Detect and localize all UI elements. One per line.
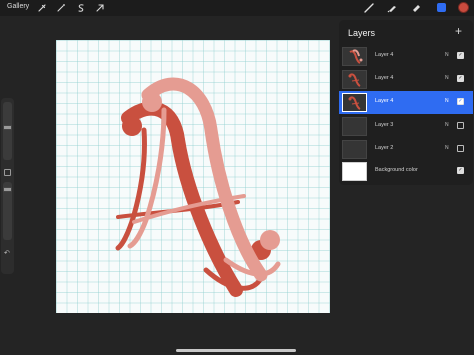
layer-name: Layer 4 <box>375 75 394 81</box>
layer-name: Background color <box>375 167 418 173</box>
left-sidebar: ↶ <box>1 98 14 274</box>
blend-mode[interactable]: N <box>445 145 449 151</box>
color-icon[interactable] <box>458 2 469 13</box>
layer-row-active[interactable]: Layer 4 N ✓ <box>339 91 473 114</box>
gallery-button[interactable]: Gallery <box>7 3 29 10</box>
visibility-checkbox[interactable]: ✓ <box>457 167 464 174</box>
layer-row[interactable]: Layer 4 N ✓ <box>339 45 473 68</box>
blend-mode[interactable]: N <box>445 52 449 58</box>
visibility-checkbox[interactable]: ✓ <box>457 75 464 82</box>
undo-button[interactable]: ↶ <box>4 249 10 257</box>
blend-mode[interactable]: N <box>445 122 449 128</box>
brush-icon[interactable] <box>363 2 375 14</box>
magic-wand-icon[interactable] <box>56 3 66 13</box>
layer-thumbnail <box>342 93 367 112</box>
layer-thumbnail <box>342 117 367 136</box>
layer-thumbnail <box>342 47 367 66</box>
modifier-button[interactable] <box>4 169 11 176</box>
transform-arrow-icon[interactable] <box>95 3 105 13</box>
top-toolbar: Gallery <box>0 0 474 16</box>
layers-icon[interactable] <box>437 3 446 12</box>
layer-thumbnail <box>342 70 367 89</box>
selection-icon[interactable] <box>76 3 86 13</box>
smudge-icon[interactable] <box>386 2 398 14</box>
wrench-icon[interactable] <box>37 3 47 13</box>
visibility-checkbox[interactable] <box>457 145 464 152</box>
opacity-thumb[interactable] <box>3 187 12 192</box>
layer-thumbnail <box>342 140 367 159</box>
visibility-checkbox[interactable]: ✓ <box>457 98 464 105</box>
opacity-slider[interactable] <box>3 182 12 240</box>
layers-panel: Layers + Layer 4 N ✓ Layer 4 N ✓ Layer 4… <box>339 20 473 185</box>
layer-row[interactable]: Layer 4 N ✓ <box>339 68 473 91</box>
drawing-canvas[interactable] <box>56 40 330 313</box>
layer-name: Layer 3 <box>375 122 394 128</box>
layer-thumbnail <box>342 162 367 181</box>
layer-row[interactable]: Layer 2 N <box>339 138 473 161</box>
blend-mode[interactable]: N <box>445 75 449 81</box>
add-layer-button[interactable]: + <box>455 25 462 37</box>
blend-mode[interactable]: N <box>445 98 449 104</box>
layer-name: Layer 2 <box>375 145 394 151</box>
layer-row[interactable]: Layer 3 N <box>339 115 473 138</box>
brush-size-thumb[interactable] <box>3 125 12 130</box>
layer-name: Layer 4 <box>375 52 394 58</box>
background-color-layer[interactable]: Background color ✓ <box>339 160 473 183</box>
visibility-checkbox[interactable]: ✓ <box>457 52 464 59</box>
eraser-icon[interactable] <box>410 2 422 14</box>
visibility-checkbox[interactable] <box>457 122 464 129</box>
home-indicator <box>176 349 296 352</box>
layer-name: Layer 4 <box>375 98 394 104</box>
lettering-artwork <box>115 77 281 297</box>
layers-title: Layers <box>348 28 376 38</box>
brush-size-slider[interactable] <box>3 102 12 160</box>
